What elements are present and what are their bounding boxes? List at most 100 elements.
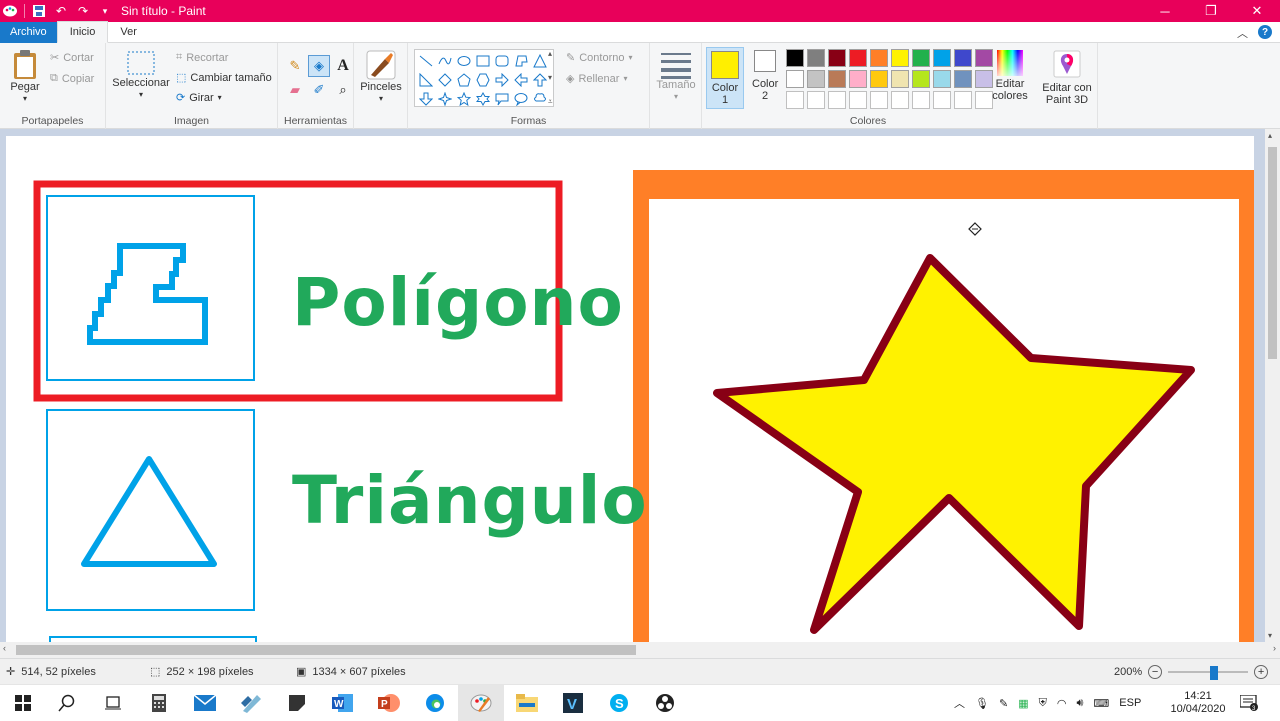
color-swatch[interactable] [954,49,972,67]
color-swatch[interactable] [807,70,825,88]
oval-shape-icon[interactable] [454,51,473,70]
rounded-rectangle-shape-icon[interactable] [492,51,511,70]
brushes-button[interactable]: Pinceles ▾ [358,49,404,105]
color-swatch[interactable] [891,49,909,67]
eraser-icon[interactable]: ▰ [284,79,306,101]
scroll-down-icon[interactable]: ▾ [1268,631,1272,640]
zoom-out-icon[interactable]: − [1148,664,1163,679]
search-icon[interactable] [44,685,90,721]
color-swatch[interactable] [933,70,951,88]
magnifier-icon[interactable]: ⌕ [332,79,354,101]
language-indicator[interactable]: ESP [1119,697,1141,709]
keyboard-icon[interactable]: ⌨ [1093,697,1109,710]
clock[interactable]: 14:21 10/04/2020 [1166,685,1230,721]
chevron-up-icon[interactable]: ︿ [954,695,965,711]
chevron-down-icon[interactable]: ▾ [548,73,558,82]
edit-colors-button[interactable]: Editar colores [990,50,1030,102]
color-swatch[interactable] [807,49,825,67]
rectangle-shape-icon[interactable] [473,51,492,70]
scroll-right-icon[interactable]: › [1273,643,1276,653]
triangle-shape-icon[interactable] [530,51,549,70]
down-arrow-shape-icon[interactable] [416,89,435,108]
tab-inicio[interactable]: Inicio [56,21,109,43]
start-windows-icon[interactable] [0,685,46,721]
minimize-icon[interactable]: ─ [1142,0,1188,22]
paint-taskbar-icon[interactable] [458,685,504,721]
mail-icon[interactable] [182,685,228,721]
five-point-star-shape-icon[interactable] [454,89,473,108]
custom-color-swatch[interactable] [807,91,825,109]
notes-app-icon[interactable] [228,685,274,721]
custom-color-swatch[interactable] [849,91,867,109]
custom-color-swatch[interactable] [786,91,804,109]
color-swatch[interactable] [912,49,930,67]
callout-rect-shape-icon[interactable] [492,89,511,108]
color-swatch[interactable] [828,49,846,67]
tab-ver[interactable]: Ver [108,22,149,43]
paste-button[interactable]: Pegar ▾ [6,49,44,105]
outline-button[interactable]: ✎ Contorno ▾ [566,51,633,65]
custom-color-swatch[interactable] [954,91,972,109]
right-triangle-shape-icon[interactable] [416,70,435,89]
pencil-icon[interactable]: ✎ [284,55,306,77]
size-button[interactable]: Tamaño ▾ [654,51,698,103]
edit-paint3d-button[interactable]: Editar con Paint 3D [1038,50,1096,106]
color-swatch[interactable] [870,70,888,88]
color-swatch[interactable] [954,70,972,88]
calculator-icon[interactable] [136,685,182,721]
word-icon[interactable]: W [320,685,366,721]
horizontal-scrollbar[interactable]: ‹ › [0,642,1280,658]
right-arrow-shape-icon[interactable] [492,70,511,89]
maximize-icon[interactable]: ❐ [1188,0,1234,22]
notifications-icon[interactable]: 3 [1240,685,1258,721]
custom-color-swatch[interactable] [912,91,930,109]
vertical-scroll-thumb[interactable] [1268,147,1277,359]
pen-icon[interactable]: ✎ [999,697,1008,710]
color-swatch[interactable] [849,49,867,67]
app-tray-icon[interactable]: ▦ [1018,697,1028,710]
file-explorer-icon[interactable] [504,685,550,721]
crop-button[interactable]: ⌗ Recortar [176,51,228,64]
custom-color-swatch[interactable] [933,91,951,109]
color-swatch[interactable] [870,49,888,67]
customize-chevron-icon[interactable]: ▾ [97,3,113,19]
color-swatch[interactable] [786,70,804,88]
polygon-shape-icon[interactable] [511,51,530,70]
security-icon[interactable]: ⛨ [1039,697,1047,710]
obs-icon[interactable] [642,685,688,721]
more-icon[interactable]: ⩡ [548,97,558,107]
scroll-left-icon[interactable]: ‹ [3,643,6,653]
custom-color-swatch[interactable] [870,91,888,109]
callout-cloud-shape-icon[interactable] [530,89,549,108]
powerpoint-icon[interactable]: P [366,685,412,721]
fill-button[interactable]: ◈ Rellenar ▾ [566,72,627,86]
color-swatch[interactable] [828,70,846,88]
sticky-notes-icon[interactable] [274,685,320,721]
rotate-button[interactable]: ⟳ Girar ▾ [176,91,222,105]
zoom-slider[interactable] [1168,665,1249,680]
left-arrow-shape-icon[interactable] [511,70,530,89]
tab-archivo[interactable]: Archivo [0,21,57,43]
volume-icon[interactable]: 🔊︎ [1076,697,1083,710]
microphone-icon[interactable]: 🎙︎ [975,697,989,710]
color2-button[interactable]: Color 2 [748,50,782,102]
undo-icon[interactable]: ↶ [53,3,69,19]
vertical-scrollbar[interactable]: ▴ ▾ [1265,129,1280,642]
four-point-star-shape-icon[interactable] [435,89,454,108]
pentagon-shape-icon[interactable] [454,70,473,89]
hexagon-shape-icon[interactable] [473,70,492,89]
fill-bucket-icon[interactable]: ◈ [308,55,330,77]
callout-oval-shape-icon[interactable] [511,89,530,108]
redo-icon[interactable]: ↷ [75,3,91,19]
task-view-icon[interactable] [90,685,136,721]
shapes-scroll[interactable]: ▴ ▾ ⩡ [548,49,558,107]
curve-shape-icon[interactable] [435,51,454,70]
up-arrow-shape-icon[interactable] [530,70,549,89]
paint-app-icon[interactable] [2,3,18,19]
color-swatch[interactable] [912,70,930,88]
color-swatch[interactable] [891,70,909,88]
skype-icon[interactable]: S [596,685,642,721]
color-swatch[interactable] [849,70,867,88]
vegas-app-icon[interactable]: V [550,685,596,721]
drawing-canvas[interactable]: Polígono Triángulo [6,136,1254,642]
